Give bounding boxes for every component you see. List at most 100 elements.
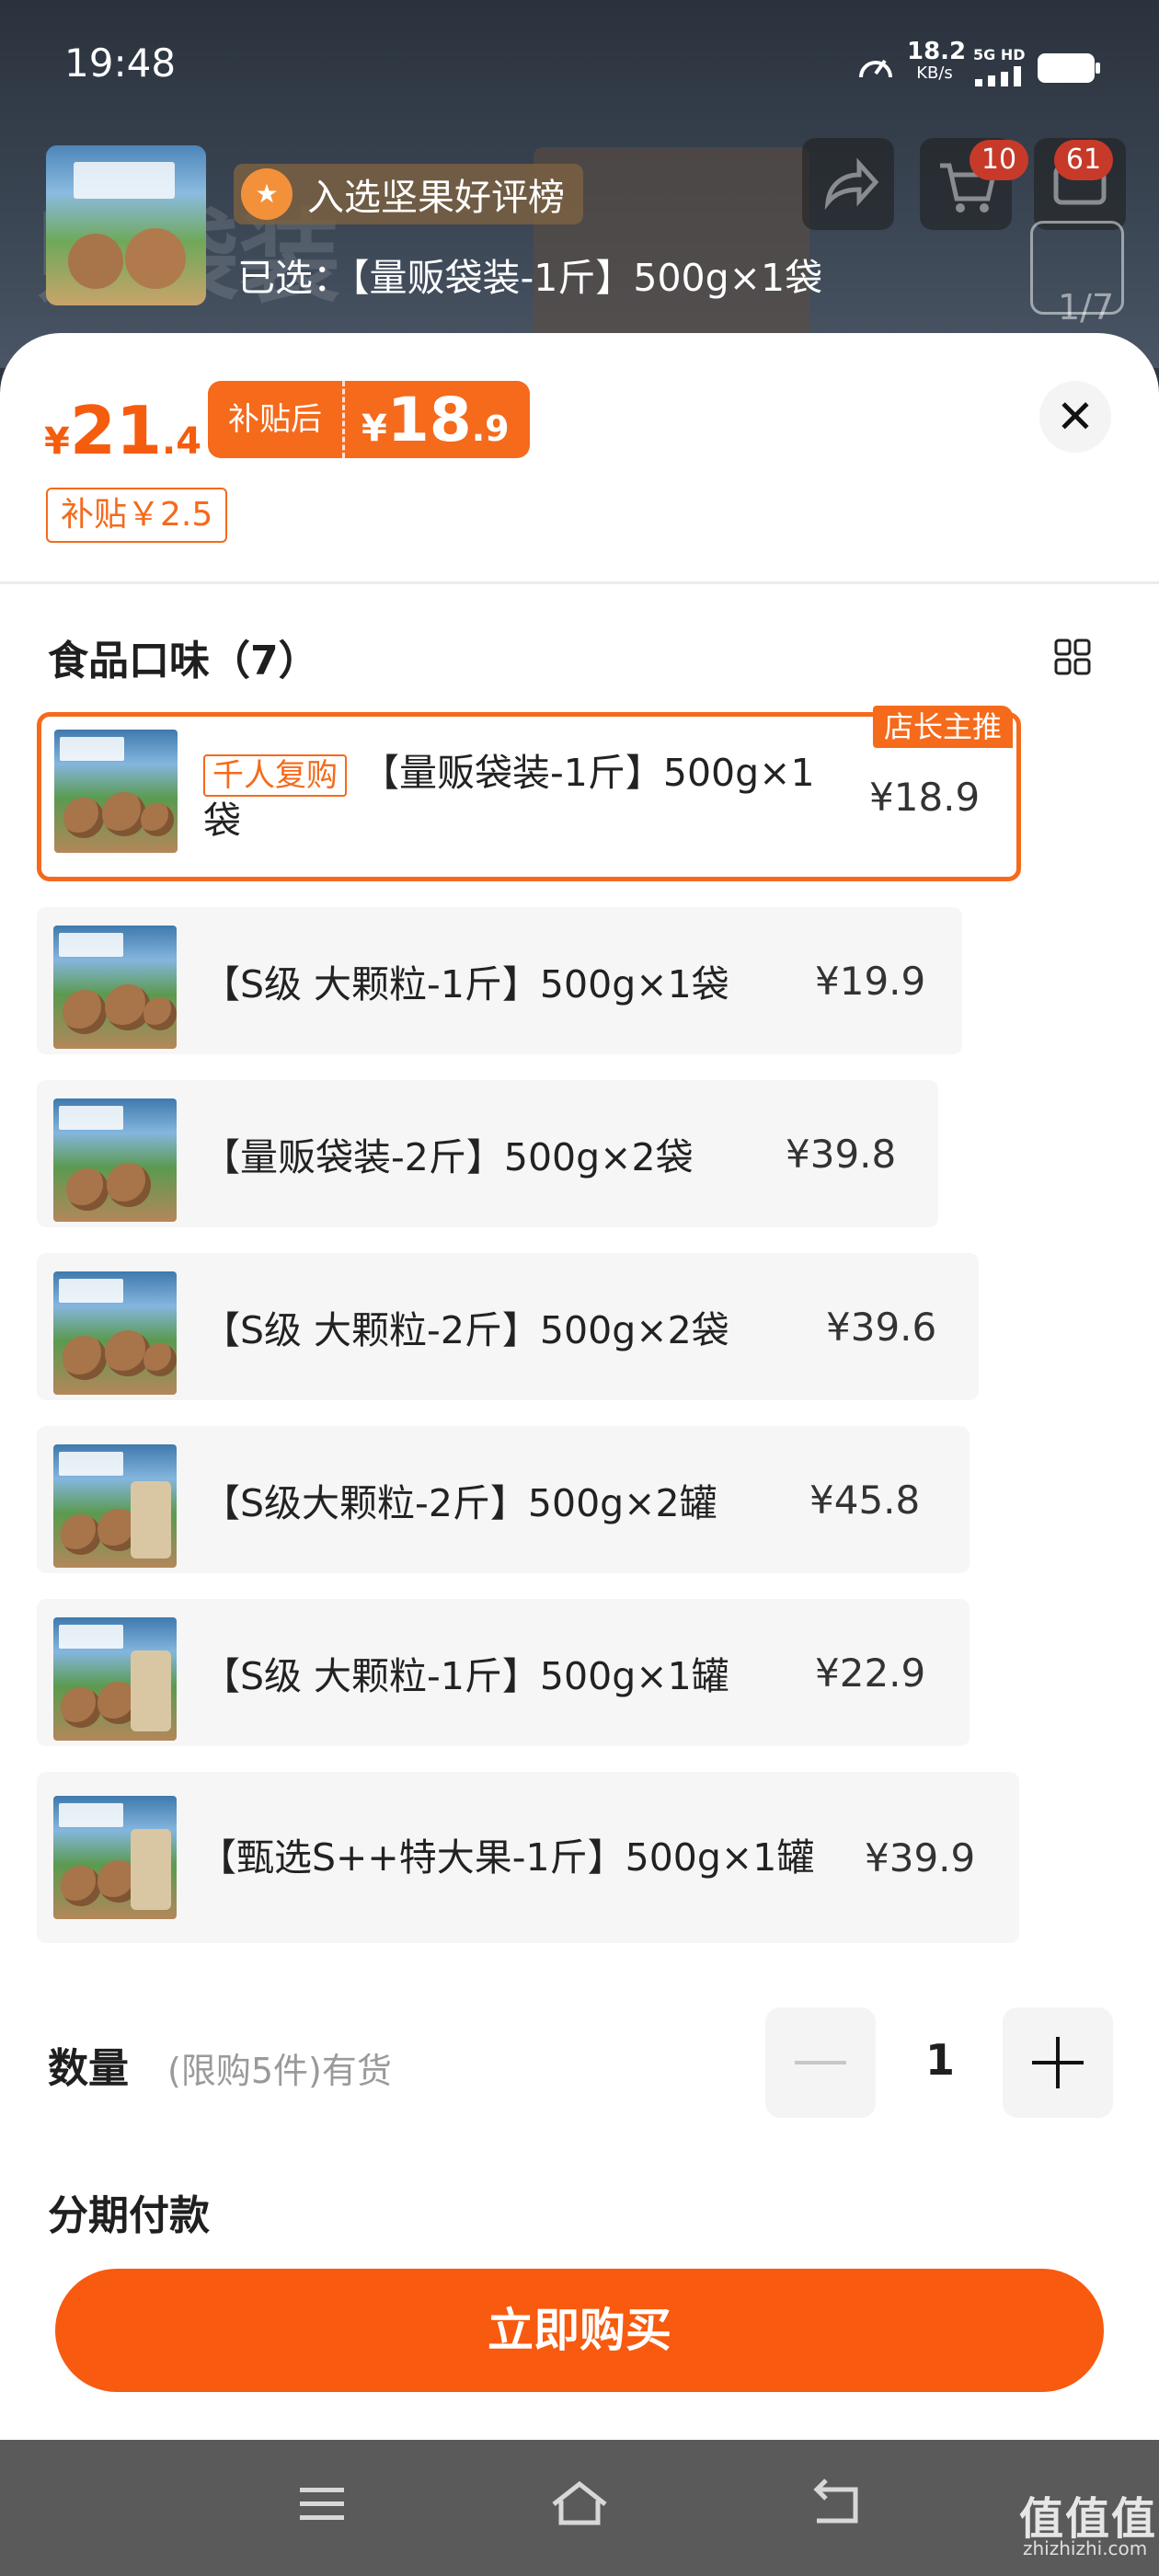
original-price: ¥21.4: [44, 392, 201, 469]
nut-image: [66, 1168, 109, 1211]
variant-option-selected[interactable]: 店长主推 千人复购 【量贩袋装-1斤】500g×1袋 ¥18.9: [37, 706, 1021, 881]
thumb-label: [59, 1625, 123, 1649]
variant-option[interactable]: 【量贩袋装-2斤】500g×2袋 ¥39.8: [37, 1080, 938, 1227]
nut-image: [61, 1514, 101, 1555]
quantity-label: 数量: [48, 2045, 129, 2092]
network-type: 5G HD: [973, 46, 1026, 63]
variant-name: 千人复购 【量贩袋装-1斤】500g×1袋: [203, 717, 847, 877]
variant-thumbnail: [53, 1444, 177, 1568]
installment-label[interactable]: 分期付款: [48, 2182, 210, 2241]
sku-selection-sheet: ¥21.4 补贴后 ¥18.9 补贴￥2.5 ✕ 食品口味（7） 店长主推 千人…: [0, 333, 1159, 2440]
variant-thumbnail: [53, 1796, 177, 1919]
variant-option[interactable]: 【S级大颗粒-2斤】500g×2罐 ¥45.8: [37, 1426, 970, 1573]
variant-thumbnail: [53, 1098, 177, 1222]
nut-image: [141, 803, 174, 836]
subsidy-amount-tag: 补贴￥2.5: [46, 488, 228, 543]
nut-image: [63, 990, 107, 1034]
nut-image: [63, 1336, 107, 1380]
message-count-badge: 61: [1054, 140, 1113, 180]
variant-option[interactable]: 【甄选S++特大果-1斤】500g×1罐 ¥39.9: [37, 1772, 1019, 1943]
variant-name: 【S级 大颗粒-1斤】500g×1袋: [202, 962, 729, 1006]
thumb-label: [59, 933, 123, 957]
nut-image: [68, 234, 123, 289]
variant-name: 【S级大颗粒-2斤】500g×2罐: [202, 1481, 717, 1525]
rebuy-tag: 千人复购: [203, 754, 347, 797]
price-currency: ¥: [44, 420, 70, 463]
after-subsidy-price: 补贴后 ¥18.9: [208, 381, 530, 458]
quantity-value[interactable]: 1: [912, 2035, 968, 2085]
network-speed-value: 18.2: [907, 38, 967, 65]
quantity-limit-text: (限购5件)有货: [167, 2051, 392, 2091]
watermark-url: zhizhizhi.com: [1023, 2537, 1148, 2559]
variant-thumbnail: [53, 1617, 177, 1741]
share-icon: [824, 157, 879, 211]
variant-thumbnail: [53, 926, 177, 1049]
signal-icon: [975, 66, 1021, 86]
variant-thumbnail: [53, 1271, 177, 1395]
variant-name: 【甄选S++特大果-1斤】500g×1罐: [199, 1835, 815, 1880]
speedometer-icon: [859, 59, 892, 78]
variant-name: 【S级 大颗粒-1斤】500g×1罐: [202, 1654, 729, 1698]
after-subsidy-value: ¥18.9: [345, 385, 530, 455]
back-icon[interactable]: [804, 2477, 870, 2532]
buy-now-button[interactable]: 立即购买: [55, 2269, 1104, 2392]
thumb-label: [60, 737, 124, 761]
thumb-label: [74, 162, 175, 199]
selected-product-thumbnail[interactable]: [46, 145, 206, 305]
variant-price: ¥22.9: [815, 1650, 926, 1696]
network-speed: 18.2 KB/s: [907, 38, 967, 85]
thumb-label: [59, 1452, 123, 1476]
nut-image: [143, 997, 177, 1030]
variant-thumbnail: [54, 730, 178, 853]
jar-image: [131, 1481, 171, 1558]
variant-name: 【S级 大颗粒-2斤】500g×2袋: [202, 1308, 729, 1352]
status-bar: 19:48 18.2 KB/s 5G HD: [0, 0, 1159, 129]
share-button: [802, 138, 894, 230]
variant-name-block: 千人复购 【量贩袋装-1斤】500g×1袋: [203, 749, 847, 845]
variant-option[interactable]: 【S级 大颗粒-1斤】500g×1袋 ¥19.9: [37, 907, 962, 1054]
award-medal-icon: [241, 168, 293, 220]
award-text: 入选坚果好评榜: [307, 177, 565, 219]
status-time: 19:48: [64, 40, 177, 86]
minus-icon[interactable]: [765, 2007, 876, 2118]
subsidy-integer: 18: [386, 384, 472, 455]
thumb-label: [59, 1106, 123, 1130]
close-icon: ✕: [1056, 390, 1095, 443]
close-button[interactable]: ✕: [1039, 381, 1111, 453]
network-speed-unit: KB/s: [916, 63, 953, 83]
jar-image: [131, 1650, 171, 1731]
selected-variant-text: 已选：【量贩袋装-1斤】500g×1袋: [237, 256, 823, 300]
jar-image: [131, 1829, 171, 1910]
subsidy-currency: ¥: [361, 407, 387, 450]
nut-image: [61, 1866, 101, 1906]
variant-price: ¥18.9: [869, 774, 981, 820]
variant-price: ¥19.9: [815, 958, 926, 1004]
subsidy-decimal: .9: [471, 408, 510, 449]
award-badge[interactable]: 入选坚果好评榜: [234, 164, 583, 224]
variant-name: 【量贩袋装-2斤】500g×2袋: [202, 1135, 694, 1179]
nut-image: [125, 228, 186, 289]
price-integer: 21: [69, 392, 163, 469]
price-decimal: .4: [162, 420, 202, 463]
nut-image: [107, 1163, 151, 1207]
plus-icon[interactable]: [1003, 2007, 1113, 2118]
variant-option[interactable]: 【S级 大颗粒-1斤】500g×1罐 ¥22.9: [37, 1599, 970, 1746]
battery-icon: [1038, 53, 1100, 83]
nut-image: [143, 1343, 177, 1376]
variant-option[interactable]: 【S级 大颗粒-2斤】500g×2袋 ¥39.6: [37, 1253, 979, 1400]
variant-price: ¥39.6: [826, 1304, 937, 1350]
system-navigation-bar: [0, 2440, 1159, 2576]
home-icon[interactable]: [546, 2477, 613, 2532]
nut-image: [102, 792, 146, 836]
thumb-label: [59, 1803, 123, 1827]
image-counter: 1/7: [1058, 287, 1115, 328]
variant-price: ¥39.8: [786, 1131, 897, 1177]
variant-price: ¥39.9: [865, 1834, 976, 1880]
grid-view-icon[interactable]: [1054, 638, 1091, 675]
section-title-flavor: 食品口味（7）: [48, 638, 319, 684]
nut-image: [61, 1687, 101, 1728]
after-subsidy-label: 补贴后: [208, 381, 345, 458]
nut-image: [63, 798, 104, 838]
thumb-label: [59, 1279, 123, 1303]
menu-icon[interactable]: [289, 2477, 355, 2532]
